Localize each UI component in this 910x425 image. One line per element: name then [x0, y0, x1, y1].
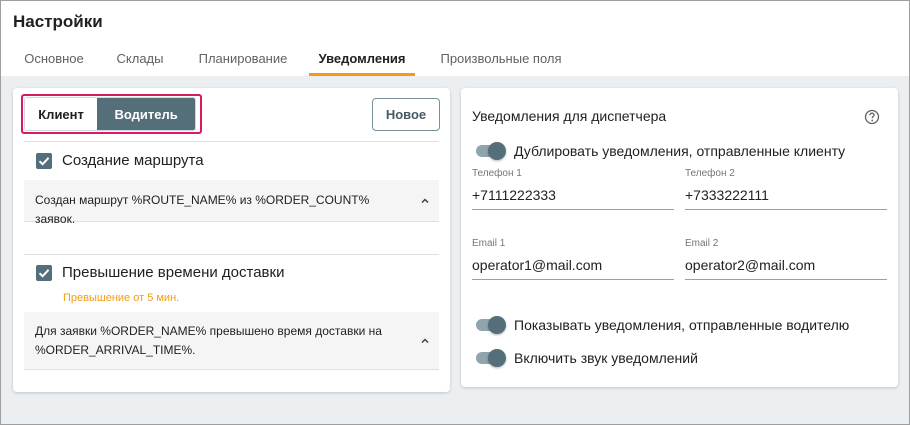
page-title: Настройки: [13, 12, 103, 31]
email-2-label: Email 2: [685, 238, 719, 249]
delivery-time-exceeded-template[interactable]: Для заявки %ORDER_NAME% превышено время …: [24, 312, 439, 370]
duplicate-client-toggle[interactable]: [474, 142, 506, 160]
email-1-input[interactable]: operator1@mail.com: [472, 252, 674, 280]
segment-driver-button[interactable]: Водитель: [97, 98, 195, 130]
phone-2-label: Телефон 2: [685, 168, 735, 179]
phone-1-label: Телефон 1: [472, 168, 522, 179]
sound-toggle[interactable]: [474, 349, 506, 367]
tab-custom-fields[interactable]: Произвольные поля: [427, 45, 575, 76]
notification-templates-panel: Клиент Водитель Новое Создание маршрута …: [13, 88, 450, 392]
tab-notifications[interactable]: Уведомления: [309, 45, 415, 76]
email-1-label: Email 1: [472, 238, 506, 249]
email-1-field[interactable]: Email 1 operator1@mail.com: [472, 238, 674, 280]
recipient-segmented-control: Клиент Водитель: [24, 97, 196, 131]
divider: [24, 254, 439, 255]
duplicate-client-label: Дублировать уведомления, отправленные кл…: [514, 143, 846, 159]
toggle-thumb: [488, 316, 506, 334]
delivery-time-exceeded-label: Превышение времени доставки: [62, 264, 285, 281]
header: Настройки Основное Склады Планирование У…: [1, 1, 909, 76]
phone-1-field[interactable]: Телефон 1 +7111222333: [472, 168, 674, 210]
toggle-thumb: [488, 142, 506, 160]
question-circle-icon[interactable]: [864, 109, 880, 125]
phone-1-input[interactable]: +7111222333: [472, 182, 674, 210]
email-2-input[interactable]: operator2@mail.com: [685, 252, 887, 280]
dispatcher-panel-title: Уведомления для диспетчера: [472, 108, 667, 124]
delay-threshold-note[interactable]: Превышение от 5 мин.: [63, 292, 179, 304]
route-created-template-text: Создан маршрут %ROUTE_NAME% из %ORDER_CO…: [35, 193, 370, 226]
toggle-thumb: [488, 349, 506, 367]
tab-warehouses[interactable]: Склады: [105, 45, 175, 76]
show-driver-toggle[interactable]: [474, 316, 506, 334]
delivery-time-exceeded-template-text: Для заявки %ORDER_NAME% превышено время …: [35, 324, 382, 357]
phone-2-field[interactable]: Телефон 2 +7333222111: [685, 168, 887, 210]
tab-planning[interactable]: Планирование: [187, 45, 299, 76]
email-2-field[interactable]: Email 2 operator2@mail.com: [685, 238, 887, 280]
new-button[interactable]: Новое: [372, 98, 440, 131]
sound-label: Включить звук уведомлений: [514, 350, 698, 366]
route-created-template[interactable]: Создан маршрут %ROUTE_NAME% из %ORDER_CO…: [24, 180, 439, 226]
check-icon: [38, 157, 50, 166]
chevron-up-icon[interactable]: [420, 196, 430, 206]
tab-main[interactable]: Основное: [13, 45, 95, 76]
settings-window: Настройки Основное Склады Планирование У…: [0, 0, 910, 425]
phone-2-input[interactable]: +7333222111: [685, 182, 887, 210]
route-created-label: Создание маршрута: [62, 152, 204, 169]
dispatcher-notifications-panel: Уведомления для диспетчера Дублировать у…: [461, 88, 898, 387]
delivery-time-exceeded-checkbox[interactable]: [36, 265, 52, 281]
check-icon: [38, 269, 50, 278]
show-driver-label: Показывать уведомления, отправленные вод…: [514, 317, 850, 333]
chevron-up-icon[interactable]: [420, 336, 430, 346]
divider: [24, 141, 439, 142]
route-created-checkbox[interactable]: [36, 153, 52, 169]
segment-client-button[interactable]: Клиент: [25, 98, 98, 130]
